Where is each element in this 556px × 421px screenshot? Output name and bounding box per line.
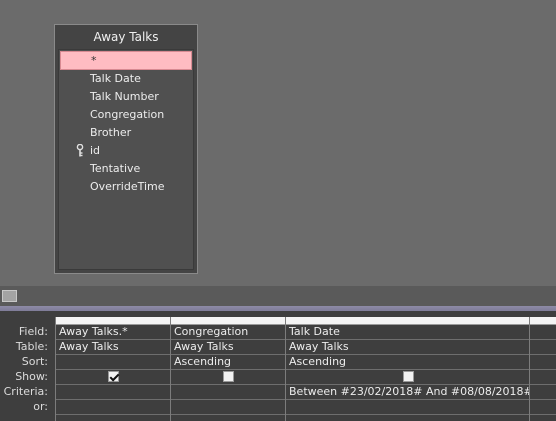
show-checkbox[interactable] [403,371,414,382]
column-selector[interactable] [286,317,530,325]
grid-column-1[interactable]: Away Talks.* Away Talks [55,317,171,421]
table-cell[interactable] [530,340,556,355]
show-cell [171,370,286,385]
criteria-cell[interactable] [530,385,556,400]
field-label: Talk Date [90,72,141,85]
show-checkbox[interactable] [223,371,234,382]
show-cell [56,370,171,385]
field-item-talk-date[interactable]: Talk Date [59,70,193,88]
sort-cell[interactable]: Ascending [171,355,286,370]
field-item-all[interactable]: * [60,51,192,70]
or-cell[interactable] [56,400,171,415]
show-checkbox[interactable] [108,371,119,382]
table-cell[interactable]: Away Talks [56,340,171,355]
field-label: Talk Number [90,90,159,103]
column-selector[interactable] [530,317,556,325]
field-item-tentative[interactable]: Tentative [59,160,193,178]
field-item-talk-number[interactable]: Talk Number [59,88,193,106]
or-cell[interactable] [530,400,556,415]
field-cell[interactable] [530,325,556,340]
table-cell[interactable]: Away Talks [286,340,530,355]
criteria-cell[interactable] [171,385,286,400]
row-label-criteria: Criteria: [3,385,48,398]
or-cell[interactable] [171,400,286,415]
sort-cell[interactable] [530,355,556,370]
field-item-congregation[interactable]: Congregation [59,106,193,124]
sort-cell[interactable]: Ascending [286,355,530,370]
row-label-sort: Sort: [21,355,48,368]
grid-row-labels: Field: Table: Sort: Show: Criteria: or: [0,324,54,414]
field-label: OverrideTime [90,180,165,193]
field-label: Brother [90,126,132,139]
show-cell [286,370,530,385]
splitter-handle[interactable] [2,290,17,302]
field-cell[interactable]: Away Talks.* [56,325,171,340]
row-label-show: Show: [15,370,48,383]
table-window-title[interactable]: Away Talks [55,25,197,49]
column-selector[interactable] [171,317,286,325]
criteria-cell[interactable] [56,385,171,400]
field-item-overridetime[interactable]: OverrideTime [59,178,193,196]
query-design-grid: Field: Table: Sort: Show: Criteria: or: … [0,311,556,421]
column-selector[interactable] [56,317,171,325]
field-cell[interactable]: Congregation [171,325,286,340]
field-label: Congregation [90,108,165,121]
field-list: * Talk Date Talk Number Congregation Bro… [58,49,194,270]
field-label: id [90,144,101,157]
grid-column-3[interactable]: Talk Date Away Talks Ascending Between #… [285,317,530,421]
away-talks-table-window[interactable]: Away Talks * Talk Date Talk Number Congr… [54,24,198,274]
row-label-field: Field: [18,325,48,338]
field-cell[interactable]: Talk Date [286,325,530,340]
pane-splitter[interactable] [0,286,556,306]
field-label: * [91,54,97,67]
show-cell[interactable] [530,370,556,385]
or-cell[interactable] [286,400,530,415]
row-label-table: Table: [15,340,48,353]
field-label: Tentative [90,162,141,175]
row-label-or: or: [33,400,48,413]
grid-column-4[interactable] [529,317,556,421]
criteria-cell[interactable]: Between #23/02/2018# And #08/08/2018# [286,385,530,400]
table-cell[interactable]: Away Talks [171,340,286,355]
field-item-id[interactable]: id [59,142,193,160]
sort-cell[interactable] [56,355,171,370]
primary-key-icon [76,144,84,157]
grid-column-2[interactable]: Congregation Away Talks Ascending [170,317,286,421]
field-item-brother[interactable]: Brother [59,124,193,142]
